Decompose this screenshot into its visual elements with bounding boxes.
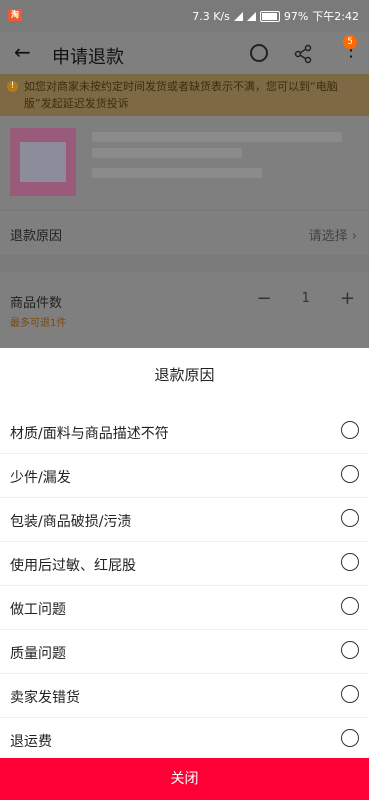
reason-list: 材质/面料与商品描述不符 少件/漏发 包装/商品破损/污渍 使用后过敏、红屁股 …	[0, 410, 369, 762]
minus-button[interactable]: −	[257, 288, 272, 309]
radio-button[interactable]	[341, 641, 359, 659]
product-spec-blurred	[92, 168, 262, 178]
notice-text: 如您对商家未按约定时间发货或者缺货表示不满，您可以到“电脑版”发起延迟发货投诉	[24, 80, 338, 110]
reason-label: 使用后过敏、红屁股	[10, 558, 136, 574]
reason-option[interactable]: 包装/商品破损/污渍	[0, 498, 369, 542]
product-image	[10, 128, 76, 196]
radio-button[interactable]	[341, 421, 359, 439]
plus-button[interactable]: +	[340, 288, 355, 309]
radio-button[interactable]	[341, 553, 359, 571]
reason-label: 退运费	[10, 734, 52, 750]
network-speed: 7.3 K/s	[192, 9, 230, 23]
reason-label: 材质/面料与商品描述不符	[10, 426, 169, 442]
refund-reason-label: 退款原因	[10, 229, 63, 244]
signal-icon-2	[246, 11, 256, 21]
product-title-blurred	[92, 132, 342, 142]
status-indicators: 7.3 K/s 97% 下午2:42	[192, 8, 359, 24]
notice-banner: ! 如您对商家未按约定时间发货或者缺货表示不满，您可以到“电脑版”发起延迟发货投…	[0, 74, 369, 116]
refund-reason-value: 请选择 ›	[308, 229, 357, 244]
app-header: ← 申请退款 ⋮	[0, 32, 369, 74]
notification-badge: 5	[343, 35, 357, 49]
reason-label: 卖家发错货	[10, 690, 80, 706]
quantity-value: 1	[301, 291, 310, 306]
radio-button[interactable]	[341, 729, 359, 747]
refund-reason-row[interactable]: 退款原因 请选择 ›	[0, 210, 369, 255]
taobao-app-icon: 淘	[8, 9, 22, 21]
status-bar: 淘 7.3 K/s 97% 下午2:42	[0, 0, 369, 32]
signal-icon	[233, 11, 243, 21]
reason-label: 包装/商品破损/污渍	[10, 514, 132, 530]
refund-reason-sheet: 退款原因 材质/面料与商品描述不符 少件/漏发 包装/商品破损/污渍 使用后过敏…	[0, 348, 369, 800]
reason-option[interactable]: 质量问题	[0, 630, 369, 674]
battery-icon	[259, 10, 280, 22]
reason-option[interactable]: 少件/漏发	[0, 454, 369, 498]
page-title: 申请退款	[52, 47, 124, 68]
radio-button[interactable]	[341, 509, 359, 527]
product-title-blurred-2	[92, 148, 242, 158]
quantity-row: 商品件数 最多可退1件 − 1 +	[0, 272, 369, 348]
reason-option[interactable]: 卖家发错货	[0, 674, 369, 718]
radio-button[interactable]	[341, 597, 359, 615]
clock: 下午2:42	[312, 10, 359, 23]
radio-button[interactable]	[341, 685, 359, 703]
reason-label: 做工问题	[10, 602, 66, 618]
back-arrow-icon[interactable]: ←	[14, 42, 31, 62]
refund-form-background: ! 如您对商家未按约定时间发货或者缺货表示不满，您可以到“电脑版”发起延迟发货投…	[0, 74, 369, 348]
sheet-title: 退款原因	[154, 366, 215, 384]
reason-option[interactable]: 使用后过敏、红屁股	[0, 542, 369, 586]
reason-label: 少件/漏发	[10, 470, 71, 486]
reason-option[interactable]: 做工问题	[0, 586, 369, 630]
reason-option[interactable]: 材质/面料与商品描述不符	[0, 410, 369, 454]
quantity-limit: 最多可退1件	[10, 318, 67, 329]
quantity-label: 商品件数	[10, 296, 63, 311]
reason-label: 质量问题	[10, 646, 66, 662]
chevron-right-icon: ›	[351, 229, 357, 244]
battery-percent: 97%	[283, 9, 309, 23]
warning-icon: !	[7, 81, 18, 92]
close-button[interactable]: 关闭	[0, 758, 369, 800]
share-icon[interactable]	[293, 44, 315, 66]
product-card	[0, 116, 369, 210]
reason-option[interactable]: 退运费	[0, 718, 369, 762]
refresh-icon[interactable]	[250, 44, 268, 62]
radio-button[interactable]	[341, 465, 359, 483]
quantity-stepper: − 1 +	[257, 288, 355, 309]
